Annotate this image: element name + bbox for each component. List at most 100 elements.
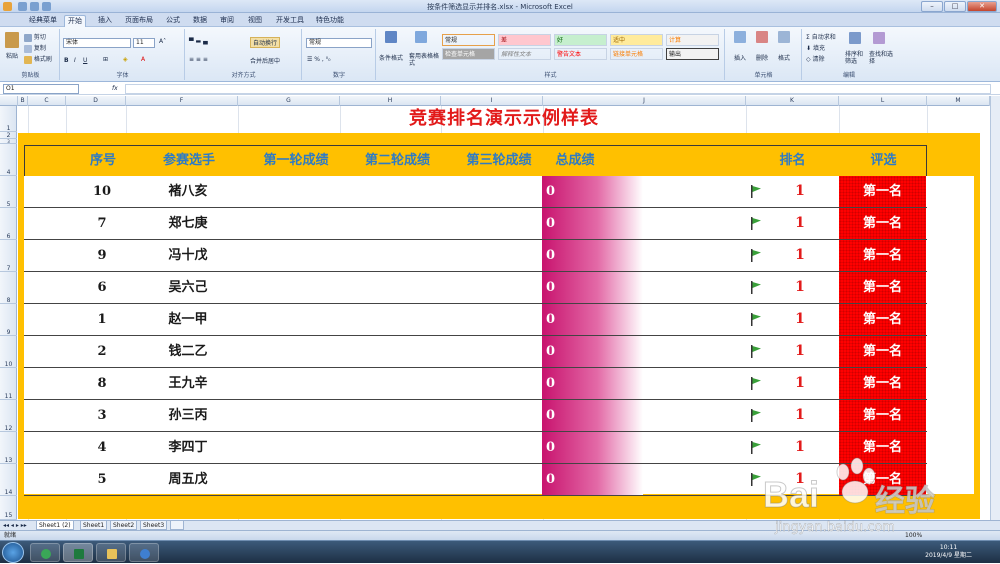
cell-award[interactable]: 第一名 [839,368,926,399]
column-header[interactable]: I [441,96,543,106]
cell-player[interactable]: 郑七庚 [132,208,244,239]
cell-no[interactable]: 10 [72,176,132,207]
table-row[interactable]: 10 褚八亥 0 1 第一名 [24,176,927,208]
formula-input[interactable] [125,84,991,94]
tab-page-layout[interactable]: 页面布局 [122,15,156,27]
format-painter-button[interactable]: 格式刷 [24,54,52,64]
row-header[interactable]: 14 [0,464,17,496]
italic-button[interactable]: I [74,57,76,64]
row-header[interactable]: 8 [0,272,17,304]
align-top-icon[interactable]: ▀ ▬ ▄ [189,38,208,45]
fill-button[interactable]: ⬇ 填充 [806,43,825,52]
clear-button[interactable]: ◇ 清除 [806,54,825,63]
cell-award[interactable]: 第一名 [839,432,926,463]
style-linked-cell[interactable]: 链接单元格 [610,48,663,60]
style-bad[interactable]: 差 [498,34,551,46]
tab-features[interactable]: 特色功能 [313,15,347,27]
sheet-tab[interactable]: Sheet1 [80,521,108,530]
cell-no[interactable]: 7 [72,208,132,239]
zoom-level[interactable]: 100% [905,531,922,540]
wrap-text-button[interactable]: 自动换行 [250,37,281,48]
cell-rank[interactable]: 1 [794,400,806,431]
cell-rank[interactable]: 1 [794,208,806,239]
cell-player[interactable]: 钱二乙 [132,336,244,367]
grow-font-icon[interactable]: A˄ [159,38,166,45]
sheet-nav-arrows-icon[interactable]: ◂◂ ◂ ▸ ▸▸ [3,522,27,529]
style-check-cell[interactable]: 检查单元格 [442,48,495,60]
cell-award[interactable]: 第一名 [839,240,926,271]
row-header[interactable]: 12 [0,400,17,432]
underline-button[interactable]: U [83,57,87,64]
total-data-bar[interactable]: 0 [542,176,643,207]
column-header[interactable]: B [18,96,28,106]
autosum-button[interactable]: Σ 自动求和 [806,32,836,41]
minimize-button[interactable]: – [921,1,943,12]
row-header[interactable]: 15 [0,496,17,520]
fill-color-icon[interactable]: ◈ [123,56,128,63]
cell-no[interactable]: 8 [72,368,132,399]
border-icon[interactable]: ⊞ [103,56,108,63]
column-header[interactable]: D [66,96,126,106]
style-good[interactable]: 好 [554,34,607,46]
tab-review[interactable]: 审阅 [217,15,237,27]
sheet-tab[interactable]: Sheet1 (2) [36,521,74,530]
cell-rank[interactable]: 1 [794,272,806,303]
table-row[interactable]: 9 冯十戊 0 1 第一名 [24,240,927,272]
column-header[interactable]: H [340,96,441,106]
column-header[interactable]: K [746,96,839,106]
folder-icon[interactable] [96,543,126,562]
cell-award[interactable]: 第一名 [839,464,926,495]
row-header[interactable]: 11 [0,368,17,400]
cell-no[interactable]: 9 [72,240,132,271]
sheet-tab[interactable]: Sheet3 [140,521,168,530]
table-row[interactable]: 8 王九辛 0 1 第一名 [24,368,927,400]
total-data-bar[interactable]: 0 [542,432,643,463]
cell-no[interactable]: 5 [72,464,132,495]
paste-button[interactable] [5,32,19,48]
start-button[interactable] [2,542,24,563]
table-row[interactable]: 6 吴六己 0 1 第一名 [24,272,927,304]
row-header[interactable]: 4 [0,144,17,176]
cell-rank[interactable]: 1 [794,432,806,463]
tab-developer[interactable]: 开发工具 [273,15,307,27]
sheet-tab[interactable]: Sheet2 [110,521,138,530]
font-color-icon[interactable]: A [141,56,145,63]
tab-formulas[interactable]: 公式 [163,15,183,27]
select-all-button[interactable] [0,96,18,106]
cell-player[interactable]: 冯十戊 [132,240,244,271]
cell-rank[interactable]: 1 [794,464,806,495]
cell-rank[interactable]: 1 [794,240,806,271]
cell-rank[interactable]: 1 [794,368,806,399]
media-player-icon[interactable] [129,543,159,562]
cell-player[interactable]: 褚八亥 [132,176,244,207]
cell-rank[interactable]: 1 [794,304,806,335]
conditional-format-button[interactable] [385,31,397,43]
cell-rank[interactable]: 1 [794,176,806,207]
vertical-scrollbar[interactable] [990,96,1000,520]
column-header[interactable]: F [126,96,238,106]
column-header[interactable]: C [28,96,66,106]
font-size-select[interactable]: 11 [133,38,155,48]
tab-home[interactable]: 开始 [64,15,86,27]
total-data-bar[interactable]: 0 [542,368,643,399]
table-row[interactable]: 3 孙三丙 0 1 第一名 [24,400,927,432]
total-data-bar[interactable]: 0 [542,336,643,367]
table-row[interactable]: 2 钱二乙 0 1 第一名 [24,336,927,368]
column-header[interactable]: M [927,96,990,106]
name-box[interactable]: O1 [3,84,79,94]
merge-center-button[interactable]: 合并后居中 [250,56,280,65]
total-data-bar[interactable]: 0 [542,400,643,431]
cell-no[interactable]: 3 [72,400,132,431]
new-sheet-icon[interactable] [170,521,184,530]
row-header[interactable]: 7 [0,240,17,272]
cell-no[interactable]: 6 [72,272,132,303]
sort-filter-button[interactable] [849,32,861,44]
cell-player[interactable]: 吴六己 [132,272,244,303]
cell-player[interactable]: 孙三丙 [132,400,244,431]
cell-award[interactable]: 第一名 [839,272,926,303]
excel-icon[interactable] [63,543,93,562]
tab-view[interactable]: 视图 [245,15,265,27]
row-header[interactable]: 6 [0,208,17,240]
style-output[interactable]: 输出 [666,48,719,60]
font-name-select[interactable]: 宋体 [63,38,131,48]
